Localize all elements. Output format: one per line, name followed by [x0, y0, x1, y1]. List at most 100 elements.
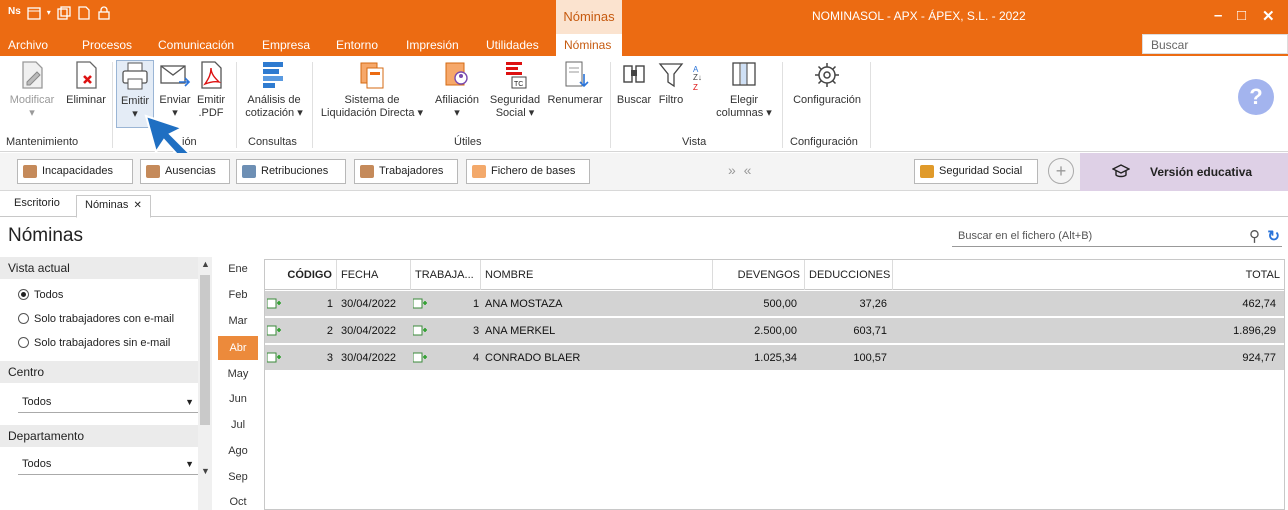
month-oct[interactable]: Oct — [218, 490, 258, 510]
maximize-button[interactable]: □ — [1237, 7, 1246, 24]
fichero-bases-button[interactable]: Fichero de bases — [466, 159, 590, 184]
seguridad-label-1: Seguridad — [489, 94, 541, 106]
menu-comunicacion[interactable]: Comunicación — [158, 38, 234, 52]
menu-nominas[interactable]: Nóminas — [556, 34, 622, 56]
renumerar-button[interactable]: Renumerar — [546, 60, 604, 107]
afiliacion-label: Afiliación — [434, 94, 480, 106]
col-nombre[interactable]: NOMBRE — [481, 260, 713, 290]
cell-deducciones: 100,57 — [853, 352, 887, 364]
calendar-icon[interactable] — [27, 6, 41, 23]
global-search-input[interactable]: Buscar — [1142, 34, 1288, 54]
sort-button[interactable]: A Z↓ Z — [690, 60, 712, 100]
scrollbar-thumb[interactable] — [200, 275, 210, 425]
minimize-button[interactable]: – — [1214, 7, 1222, 24]
seguridad-social-shortcut-button[interactable]: Seguridad Social — [914, 159, 1038, 184]
col-total[interactable]: TOTAL — [893, 260, 1284, 290]
svg-text:Z: Z — [693, 83, 698, 92]
elegir-columnas-button[interactable]: Elegir columnas ▾ — [714, 60, 774, 120]
month-jun[interactable]: Jun — [218, 387, 258, 411]
scroll-down-icon[interactable]: ▼ — [201, 466, 210, 476]
table-row[interactable]: 3 30/04/2022 4 CONRADO BLAER 1.025,34 10… — [265, 345, 1284, 371]
lock-icon[interactable] — [97, 6, 111, 23]
incapacidades-label: Incapacidades — [42, 165, 113, 177]
trabajadores-button[interactable]: Trabajadores — [354, 159, 458, 184]
month-abr[interactable]: Abr — [218, 336, 258, 360]
tab-close-icon[interactable]: ✕ — [133, 200, 141, 211]
month-jul[interactable]: Jul — [218, 413, 258, 437]
buscar-button[interactable]: Buscar — [614, 60, 654, 107]
tab-nominas-label: Nóminas — [85, 199, 129, 211]
cell-nombre: CONRADO BLAER — [485, 352, 581, 364]
filter-panel-scrollbar[interactable]: ▲ ▼ — [198, 257, 212, 510]
table-row[interactable]: 1 30/04/2022 1 ANA MOSTAZA 500,00 37,26 … — [265, 291, 1284, 317]
cell-devengos: 500,00 — [763, 298, 797, 310]
ribbon-separator — [112, 62, 113, 148]
seguridad-social-ribbon-button[interactable]: TC Seguridad Social ▾ — [486, 60, 544, 120]
centro-select[interactable]: Todos ▼ — [18, 393, 198, 413]
month-may[interactable]: May — [218, 362, 258, 386]
menu-utilidades[interactable]: Utilidades — [486, 38, 539, 52]
file-search-input[interactable]: Buscar en el fichero (Alt+B) ⚲ ↻ — [952, 227, 1282, 247]
sistema-liquidacion-button[interactable]: Sistema de Liquidación Directa ▾ — [316, 60, 428, 120]
retribuciones-label: Retribuciones — [261, 165, 329, 177]
departamento-value: Todos — [22, 458, 52, 470]
refresh-icon[interactable]: ↻ — [1267, 227, 1280, 245]
scroll-up-icon[interactable]: ▲ — [201, 259, 210, 269]
col-deducciones[interactable]: DEDUCCIONES — [805, 260, 893, 290]
search-icon[interactable]: ⚲ — [1249, 227, 1260, 245]
menu-empresa[interactable]: Empresa — [262, 38, 310, 52]
radio-con-email[interactable]: Solo trabajadores con e-mail — [18, 313, 174, 325]
add-shortcut-button[interactable]: + — [1048, 158, 1074, 184]
shortcut-nav-arrows[interactable]: » « — [728, 162, 753, 178]
trabajadores-label: Trabajadores — [379, 165, 444, 177]
help-button[interactable]: ? — [1238, 79, 1274, 115]
table-row[interactable]: 2 30/04/2022 3 ANA MERKEL 2.500,00 603,7… — [265, 318, 1284, 344]
col-codigo[interactable]: CÓDIGO — [265, 260, 337, 290]
menu-entorno[interactable]: Entorno — [336, 38, 378, 52]
printer-icon — [122, 62, 148, 90]
emitir-pdf-button[interactable]: Emitir .PDF — [194, 60, 228, 120]
col-devengos[interactable]: DEVENGOS — [713, 260, 805, 290]
radio-todos[interactable]: Todos — [18, 289, 63, 301]
incapacidades-button[interactable]: Incapacidades — [17, 159, 133, 184]
close-button[interactable]: ✕ — [1262, 7, 1275, 25]
retribuciones-button[interactable]: Retribuciones — [236, 159, 346, 184]
month-ene[interactable]: Ene — [218, 257, 258, 281]
eliminar-button[interactable]: Eliminar — [63, 60, 109, 107]
tab-nominas[interactable]: Nóminas ✕ — [76, 195, 151, 218]
file-search-placeholder: Buscar en el fichero (Alt+B) — [958, 230, 1093, 242]
emitir-pdf-label-2: .PDF — [198, 107, 224, 119]
modificar-label: Modificar — [9, 94, 55, 106]
menu-procesos[interactable]: Procesos — [82, 38, 132, 52]
month-sep[interactable]: Sep — [218, 465, 258, 489]
filtro-button[interactable]: Filtro — [654, 60, 688, 107]
month-ago[interactable]: Ago — [218, 439, 258, 463]
departamento-select[interactable]: Todos ▼ — [18, 455, 198, 475]
modificar-button[interactable]: Modificar ▾ — [6, 60, 58, 120]
afiliacion-button[interactable]: Afiliación ▾ — [430, 60, 484, 120]
radio-sin-email[interactable]: Solo trabajadores sin e-mail — [18, 337, 170, 349]
col-fecha[interactable]: FECHA — [337, 260, 411, 290]
month-mar[interactable]: Mar — [218, 309, 258, 333]
copy-icon[interactable] — [57, 6, 71, 23]
month-feb[interactable]: Feb — [218, 283, 258, 307]
enviar-button[interactable]: Enviar ▾ — [157, 60, 193, 120]
group-mantenimiento-label: Mantenimiento — [6, 136, 79, 148]
ribbon-separator — [236, 62, 237, 148]
edit-document-icon — [22, 61, 43, 89]
eliminar-label: Eliminar — [66, 94, 106, 106]
tab-escritorio[interactable]: Escritorio — [14, 197, 60, 209]
configuracion-button[interactable]: Configuración — [788, 60, 866, 107]
new-document-icon[interactable] — [77, 6, 91, 23]
col-trabajador[interactable]: TRABAJA... — [411, 260, 481, 290]
ausencias-button[interactable]: Ausencias — [140, 159, 230, 184]
elegir-label-1: Elegir — [729, 94, 759, 106]
cell-trabajador: 4 — [473, 352, 480, 364]
menu-impresion[interactable]: Impresión — [406, 38, 459, 52]
dropdown-arrow-icon[interactable]: ▾ — [47, 8, 51, 23]
menu-archivo[interactable]: Archivo — [8, 38, 48, 52]
centro-header: Centro — [0, 361, 198, 383]
analysis-icon — [263, 62, 283, 88]
ribbon-separator — [870, 62, 871, 148]
analisis-cotizacion-button[interactable]: Análisis de cotización ▾ — [240, 60, 308, 120]
